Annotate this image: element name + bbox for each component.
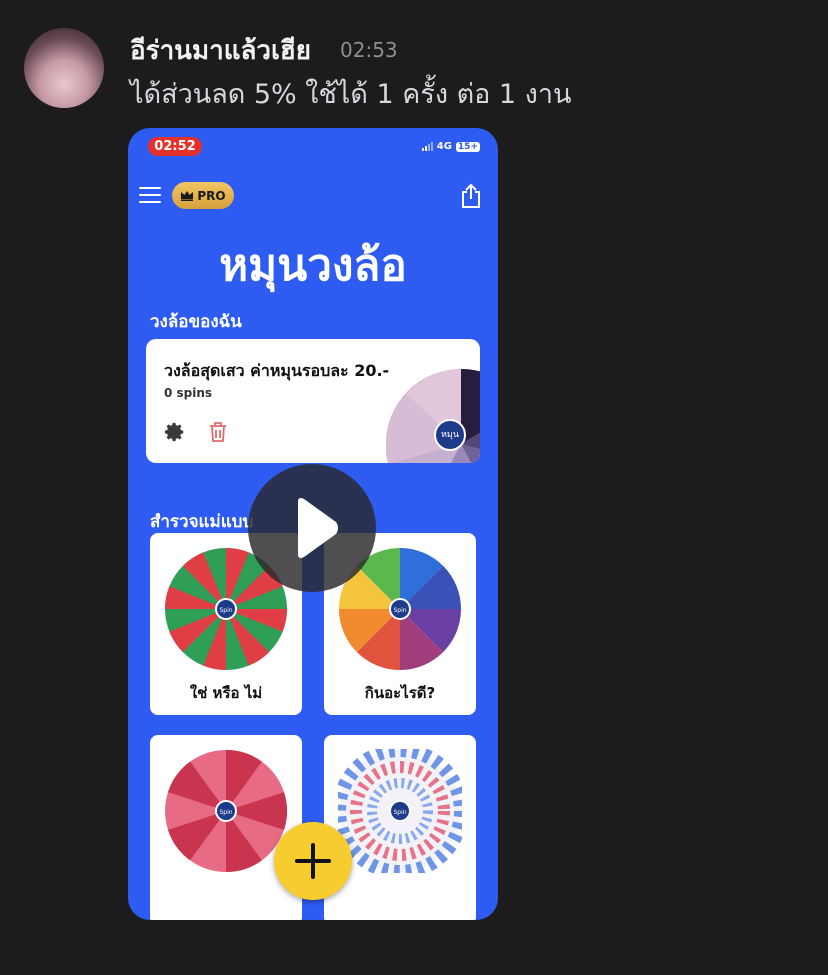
my-wheel-hub[interactable]: หมุน <box>434 419 466 451</box>
message-text: ได้ส่วนลด 5% ใช้ได้ 1 ครั้ง ต่อ 1 งาน <box>130 79 572 110</box>
message-time: 02:53 <box>340 38 398 62</box>
template-hub-label: Spin <box>219 809 232 816</box>
status-time: 02:52 <box>148 137 202 156</box>
template-label: กินอะไรดี? <box>364 684 436 702</box>
app-title: หมุนวงล้อ <box>219 240 407 291</box>
my-wheel-title: วงล้อสุดเสว ค่าหมุนรอบละ 20.- <box>164 361 390 380</box>
trash-icon[interactable] <box>208 421 228 443</box>
hamburger-icon[interactable] <box>139 187 161 203</box>
status-indicators: 4G 15+ <box>421 141 480 152</box>
play-icon <box>298 498 338 558</box>
crown-icon <box>181 191 194 201</box>
my-wheel-spins: 0 spins <box>164 386 213 400</box>
section-my-wheels: วงล้อของฉัน <box>150 312 242 332</box>
sender-avatar[interactable] <box>24 28 104 108</box>
video-play-button[interactable] <box>248 464 376 592</box>
template-hub-label: Spin <box>393 809 406 816</box>
template-label: ใช่ หรือ ไม่ <box>189 684 263 702</box>
gear-icon[interactable] <box>164 421 186 443</box>
template-wheel: Spin <box>165 749 288 873</box>
my-wheel-card[interactable]: วงล้อสุดเสว ค่าหมุนรอบละ 20.- 0 spins หม… <box>146 339 480 463</box>
section-explore-templates: สำรวจแม่แบบ <box>150 512 254 532</box>
plus-icon <box>295 843 331 879</box>
pro-label: PRO <box>197 188 226 203</box>
network-label: 4G <box>436 141 452 152</box>
add-wheel-button[interactable] <box>274 822 352 900</box>
template-wheel: Spin <box>338 749 462 873</box>
pro-badge[interactable]: PRO <box>172 182 234 209</box>
signal-icon <box>421 142 433 151</box>
my-wheel-preview <box>386 369 480 463</box>
template-hub-label: Spin <box>393 607 406 614</box>
template-hub-label: Spin <box>219 607 232 614</box>
battery-badge: 15+ <box>455 141 480 152</box>
sender-name: อีร่านมาแล้วเฮีย <box>130 36 311 66</box>
share-icon[interactable] <box>460 183 482 209</box>
